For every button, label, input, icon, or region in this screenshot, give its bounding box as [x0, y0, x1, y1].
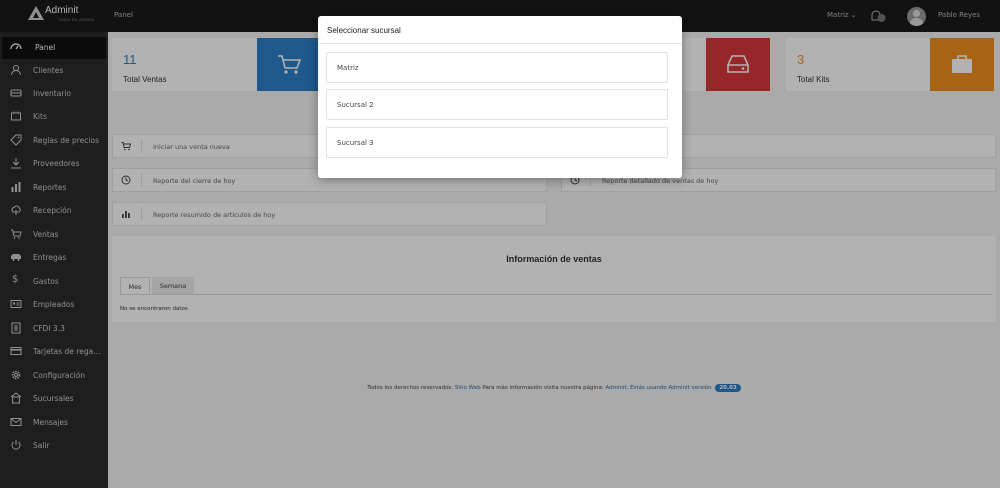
branch-option-sucursal-2[interactable]: Sucursal 2	[326, 89, 668, 120]
branch-option-label: Sucursal 2	[337, 101, 374, 109]
select-branch-modal: Seleccionar sucursal Matriz Sucursal 2 S…	[318, 16, 682, 178]
modal-title: Seleccionar sucursal	[327, 26, 401, 35]
branch-option-label: Matriz	[337, 64, 359, 72]
branch-option-label: Sucursal 3	[337, 139, 374, 147]
branch-option-sucursal-3[interactable]: Sucursal 3	[326, 127, 668, 158]
branch-option-matriz[interactable]: Matriz	[326, 52, 668, 83]
